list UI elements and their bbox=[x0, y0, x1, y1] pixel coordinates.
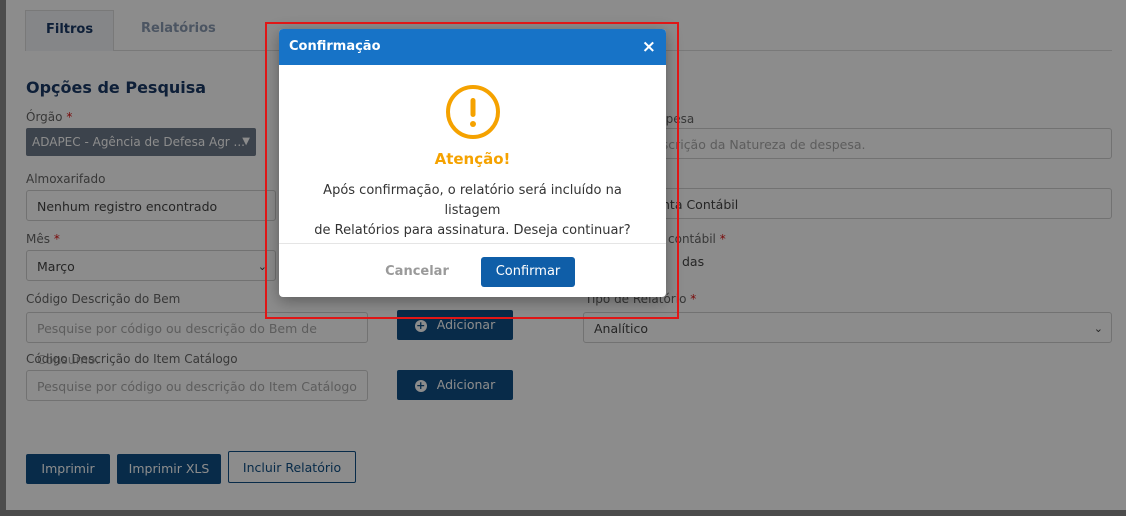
highlight-frame bbox=[265, 22, 679, 319]
